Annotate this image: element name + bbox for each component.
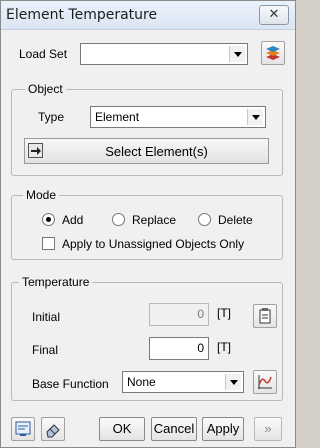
temperature-group-title: Temperature xyxy=(19,275,93,289)
element-temperature-dialog: Element Temperature ✕ Load Set Object Ty… xyxy=(0,0,296,448)
mode-delete-radio[interactable] xyxy=(198,213,211,226)
more-options-button[interactable]: » xyxy=(254,417,282,441)
final-unit: [T] xyxy=(217,340,231,354)
base-function-label: Base Function xyxy=(32,377,109,391)
chevron-down-icon[interactable] xyxy=(247,109,263,125)
clipboard-icon xyxy=(259,308,271,324)
final-temperature-field[interactable]: 0 xyxy=(149,337,209,360)
select-elements-button[interactable]: Select Element(s) xyxy=(24,138,269,164)
final-label: Final xyxy=(32,343,59,357)
load-set-dropdown[interactable] xyxy=(80,43,248,65)
mode-add-label[interactable]: Add xyxy=(62,213,83,227)
base-function-plot-button[interactable] xyxy=(253,370,277,394)
notes-icon xyxy=(15,421,31,436)
base-function-dropdown[interactable]: None xyxy=(122,371,244,393)
eraser-button[interactable] xyxy=(41,417,65,441)
mode-replace-label[interactable]: Replace xyxy=(132,213,176,227)
mode-group-title: Mode xyxy=(23,188,60,202)
load-set-label: Load Set xyxy=(19,47,68,61)
initial-temperature-field[interactable]: 0 xyxy=(149,303,209,326)
load-set-manager-icon xyxy=(266,46,280,60)
cancel-button[interactable]: Cancel xyxy=(151,417,197,441)
title-bar: Element Temperature ✕ xyxy=(1,1,295,30)
type-label: Type xyxy=(38,110,65,124)
chevron-down-icon[interactable] xyxy=(229,46,245,62)
window-title: Element Temperature xyxy=(6,7,158,23)
mode-delete-label[interactable]: Delete xyxy=(218,213,253,227)
apply-unassigned-checkbox[interactable] xyxy=(42,237,55,250)
notes-button[interactable] xyxy=(11,417,35,441)
close-icon: ✕ xyxy=(268,7,280,22)
chevron-down-icon[interactable] xyxy=(225,374,241,390)
initial-clipboard-button[interactable] xyxy=(253,304,277,328)
object-group-title: Object xyxy=(25,82,66,96)
apply-unassigned-label[interactable]: Apply to Unassigned Objects Only xyxy=(62,237,244,251)
initial-unit: [T] xyxy=(217,306,231,320)
eraser-icon xyxy=(46,424,60,438)
type-value: Element xyxy=(95,110,140,124)
load-set-manager-button[interactable] xyxy=(261,41,285,65)
mode-replace-radio[interactable] xyxy=(112,213,125,226)
apply-button[interactable]: Apply xyxy=(202,417,244,441)
close-button[interactable]: ✕ xyxy=(259,5,289,25)
double-chevron-right-icon: » xyxy=(264,421,272,436)
select-elements-label: Select Element(s) xyxy=(105,144,208,159)
ok-button[interactable]: OK xyxy=(99,417,145,441)
function-plot-icon xyxy=(258,375,272,389)
type-dropdown[interactable]: Element xyxy=(90,106,266,128)
mode-add-radio[interactable] xyxy=(42,213,55,226)
initial-label: Initial xyxy=(32,310,61,324)
base-function-value: None xyxy=(127,375,156,389)
